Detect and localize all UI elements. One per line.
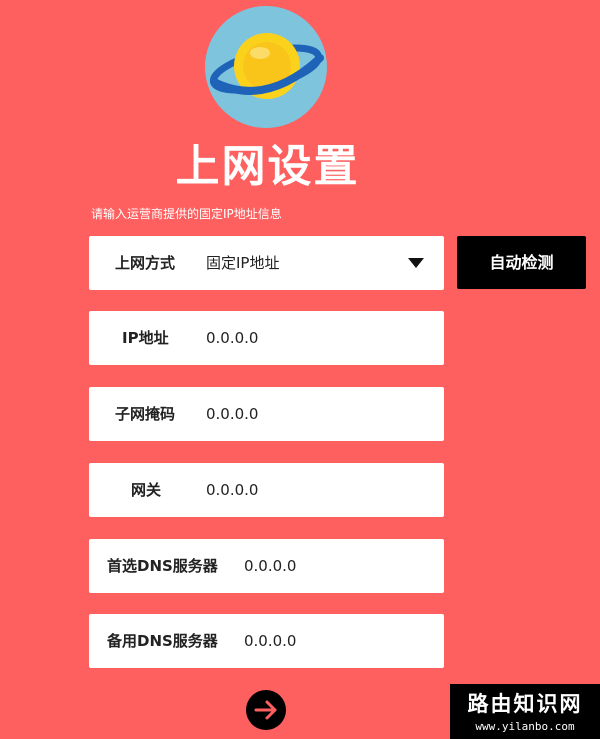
ip-address-label: IP地址 — [122, 329, 169, 347]
next-button[interactable] — [246, 690, 286, 730]
caret-down-icon[interactable] — [408, 258, 424, 268]
ip-address-input[interactable]: 0.0.0.0 — [206, 311, 258, 365]
gateway-field[interactable]: 网关 0.0.0.0 — [89, 463, 444, 517]
secondary-dns-field[interactable]: 备用DNS服务器 0.0.0.0 — [89, 614, 444, 668]
connection-type-label: 上网方式 — [115, 254, 176, 272]
watermark-url: www.yilanbo.com — [475, 720, 575, 733]
arrow-right-icon — [254, 700, 277, 720]
primary-dns-field[interactable]: 首选DNS服务器 0.0.0.0 — [89, 539, 444, 593]
primary-dns-input[interactable]: 0.0.0.0 — [244, 539, 296, 593]
primary-dns-label: 首选DNS服务器 — [107, 557, 218, 575]
ip-address-field[interactable]: IP地址 0.0.0.0 — [89, 311, 444, 365]
gateway-label: 网关 — [131, 481, 162, 499]
connection-type-select[interactable]: 上网方式 固定IP地址 — [89, 236, 444, 290]
secondary-dns-label: 备用DNS服务器 — [107, 632, 218, 650]
subnet-mask-input[interactable]: 0.0.0.0 — [206, 387, 258, 441]
gateway-input[interactable]: 0.0.0.0 — [206, 463, 258, 517]
instruction-text: 请输入运营商提供的固定IP地址信息 — [91, 207, 282, 221]
secondary-dns-input[interactable]: 0.0.0.0 — [244, 614, 296, 668]
connection-type-value: 固定IP地址 — [206, 254, 280, 272]
watermark-title: 路由知识网 — [467, 692, 583, 716]
auto-detect-button[interactable]: 自动检测 — [457, 236, 586, 289]
watermark: 路由知识网 www.yilanbo.com — [450, 684, 600, 739]
subnet-mask-field[interactable]: 子网掩码 0.0.0.0 — [89, 387, 444, 441]
page-title: 上网设置 — [175, 141, 360, 192]
planet-logo-icon — [205, 6, 327, 128]
subnet-mask-label: 子网掩码 — [115, 405, 176, 423]
